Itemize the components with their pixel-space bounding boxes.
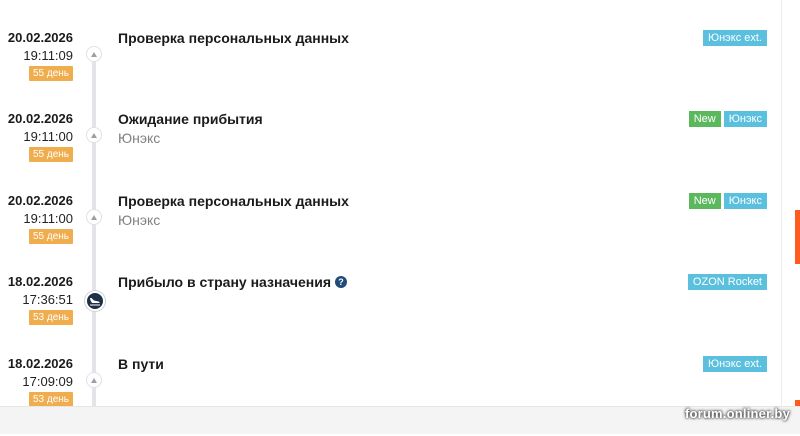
event-title-text: Прибыло в страну назначения [118,274,331,290]
new-tag: New [688,111,721,127]
event-days-badge: 53 день [28,310,73,325]
event-title: Проверка персональных данных [118,193,349,209]
event-date: 18.02.2026 [7,274,73,289]
event-time: 19:11:09 [23,48,73,63]
up-arrow-icon [86,46,102,62]
accent-edge-bar [795,210,800,264]
new-tag: New [688,193,721,209]
event-title: Прибыло в страну назначения ? [118,274,347,290]
up-arrow-icon [86,127,102,143]
up-arrow-icon [86,209,102,225]
up-arrow-icon [86,372,102,388]
timeline-event: 18.02.2026 17:36:51 53 день Прибыло в ст… [0,274,782,354]
event-date: 20.02.2026 [7,30,73,45]
event-tags: Юнэкс ext. [702,356,767,372]
event-tags: OZON Rocket [687,274,767,290]
event-date: 18.02.2026 [7,356,73,371]
event-date: 20.02.2026 [7,193,73,208]
panel-border [781,0,782,410]
event-days-badge: 53 день [28,392,73,407]
event-time: 17:36:51 [22,292,73,307]
event-title-text: Проверка персональных данных [118,30,349,46]
event-title: Проверка персональных данных [118,30,349,46]
event-title-text: Проверка персональных данных [118,193,349,209]
event-tags: New Юнэкс [688,111,767,127]
timeline-event: 20.02.2026 19:11:00 55 день Проверка пер… [0,193,782,273]
event-days-badge: 55 день [28,66,73,81]
event-time: 19:11:00 [23,129,73,144]
source-tag: Юнэкс [723,193,767,209]
watermark: forum.onliner.by [684,406,790,421]
event-date: 20.02.2026 [7,111,73,126]
event-title: В пути [118,356,164,372]
footer-strip [0,406,800,434]
source-tag: Юнэкс ext. [702,30,767,46]
event-subtitle: Юнэкс [118,130,161,146]
event-tags: New Юнэкс [688,193,767,209]
event-time: 17:09:09 [22,374,73,389]
event-tags: Юнэкс ext. [702,30,767,46]
event-days-badge: 55 день [28,229,73,244]
event-subtitle: Юнэкс [118,212,161,228]
help-icon[interactable]: ? [335,276,347,288]
plane-glyph [90,298,100,306]
tracking-timeline: 20.02.2026 19:11:09 55 день Проверка пер… [0,0,782,410]
event-days-badge: 55 день [28,147,73,162]
event-time: 19:11:00 [23,211,73,226]
plane-landing-icon [85,291,105,311]
timeline-event: 20.02.2026 19:11:09 55 день Проверка пер… [0,30,782,110]
source-tag: Юнэкс ext. [702,356,767,372]
event-title-text: Ожидание прибытия [118,111,263,127]
source-tag: Юнэкс [723,111,767,127]
source-tag: OZON Rocket [687,274,767,290]
event-title: Ожидание прибытия [118,111,263,127]
timeline-event: 20.02.2026 19:11:00 55 день Ожидание при… [0,111,782,191]
event-title-text: В пути [118,356,164,372]
